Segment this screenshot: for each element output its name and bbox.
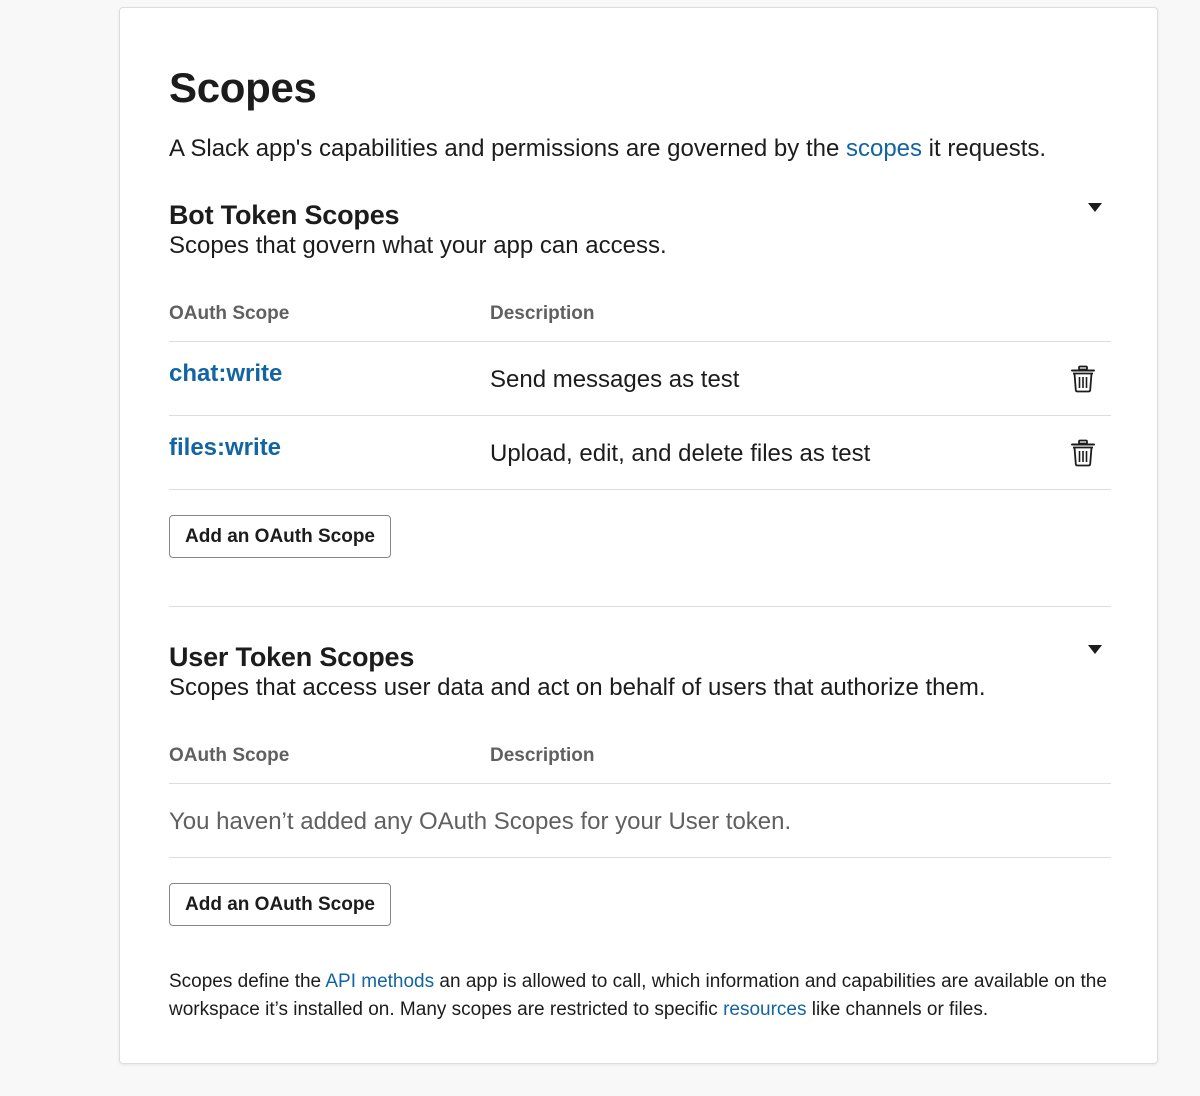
divider (169, 341, 1111, 342)
add-user-oauth-scope-button[interactable]: Add an OAuth Scope (169, 883, 391, 926)
divider (169, 783, 1111, 784)
intro-text-after: it requests. (922, 135, 1047, 162)
divider (169, 857, 1111, 858)
resources-link[interactable]: resources (723, 999, 806, 1020)
trash-icon[interactable] (1070, 365, 1096, 393)
trash-icon-graphic (1071, 365, 1095, 393)
scopes-card: Scopes A Slack app's capabilities and pe… (119, 7, 1158, 1064)
api-methods-link[interactable]: API methods (325, 971, 434, 992)
scopes-footer-note: Scopes define the API methods an app is … (169, 968, 1109, 1024)
divider (169, 415, 1111, 416)
scope-description: Send messages as test (490, 366, 740, 393)
user-section-title: User Token Scopes (169, 642, 415, 672)
page-title: Scopes (169, 64, 317, 111)
user-column-header-scope: OAuth Scope (169, 745, 290, 766)
bot-section-description: Scopes that govern what your app can acc… (169, 232, 667, 259)
add-bot-oauth-scope-button[interactable]: Add an OAuth Scope (169, 515, 391, 558)
empty-scopes-message: You haven’t added any OAuth Scopes for y… (169, 808, 792, 835)
user-section-description: Scopes that access user data and act on … (169, 674, 986, 701)
section-divider (169, 606, 1111, 607)
intro-text-before: A Slack app's capabilities and permissio… (169, 135, 846, 162)
scopes-link[interactable]: scopes (846, 135, 922, 162)
intro-text: A Slack app's capabilities and permissio… (169, 134, 1046, 164)
bot-section-title: Bot Token Scopes (169, 200, 400, 230)
footer-text: like channels or files. (806, 999, 989, 1020)
scope-link-files-write[interactable]: files:write (169, 433, 281, 463)
trash-icon-graphic (1071, 439, 1095, 467)
caret-down-icon[interactable] (1088, 203, 1102, 212)
scope-link-chat-write[interactable]: chat:write (169, 359, 282, 389)
footer-text: Scopes define the (169, 971, 326, 992)
caret-down-icon[interactable] (1088, 645, 1102, 654)
user-column-header-description: Description (490, 745, 595, 766)
bot-column-header-description: Description (490, 303, 595, 324)
divider (169, 489, 1111, 490)
trash-icon[interactable] (1070, 439, 1096, 467)
bot-column-header-scope: OAuth Scope (169, 303, 290, 324)
scope-description: Upload, edit, and delete files as test (490, 440, 871, 467)
